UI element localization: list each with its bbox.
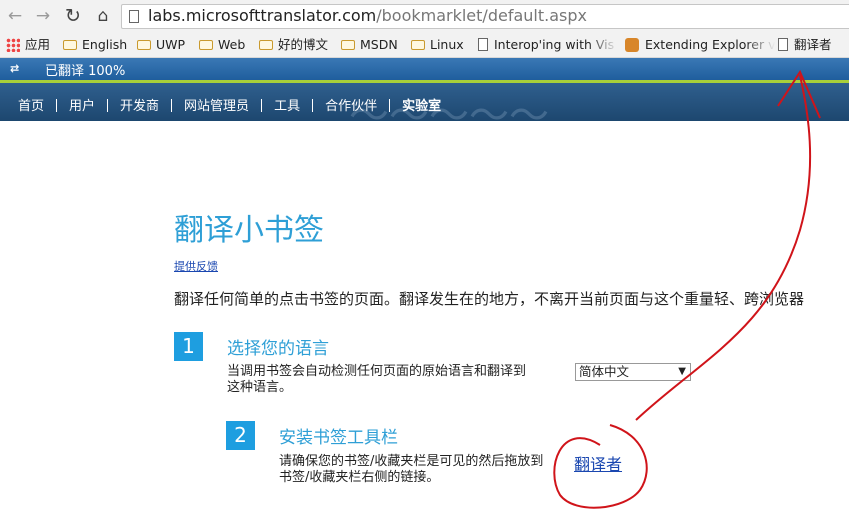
annotation-circle (553, 424, 648, 509)
red-annotation-arrow (553, 69, 821, 509)
annotation-line (635, 74, 812, 421)
annotation-arrowhead (777, 69, 821, 119)
